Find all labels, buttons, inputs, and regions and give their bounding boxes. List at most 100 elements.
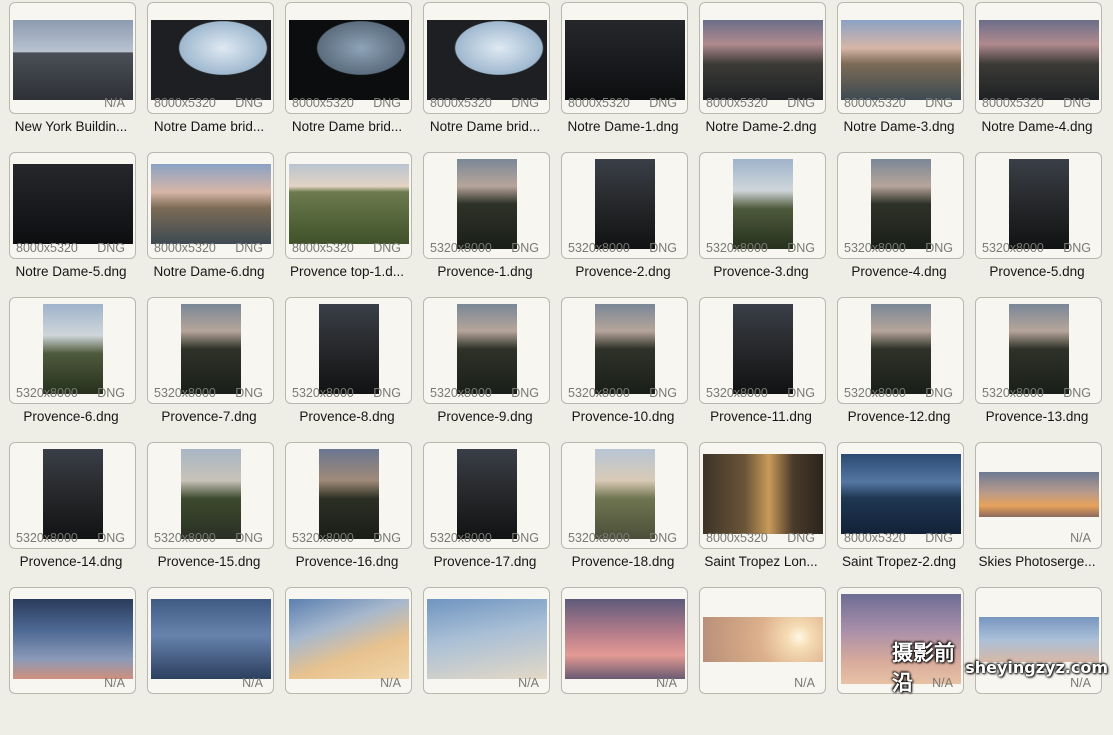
thumbnail-card[interactable]: N/A bbox=[9, 587, 136, 694]
thumbnail-item[interactable]: 8000x5320 DNG Saint Tropez-2.dng bbox=[828, 442, 966, 590]
thumbnail-card[interactable]: 5320x8000 DNG bbox=[561, 297, 688, 404]
thumbnail-item[interactable]: 5320x8000 DNG Provence-3.dng bbox=[690, 152, 828, 300]
thumbnail-card[interactable]: N/A bbox=[561, 587, 688, 694]
thumbnail-item[interactable]: N/A bbox=[0, 587, 138, 735]
thumbnail-card[interactable]: 8000x5320 DNG bbox=[837, 2, 964, 114]
thumbnail-image bbox=[288, 20, 409, 100]
thumbnail-item[interactable]: 8000x5320 DNG Notre Dame-3.dng bbox=[828, 2, 966, 155]
thumbnail-item[interactable]: 8000x5320 DNG Notre Dame-2.dng bbox=[690, 2, 828, 155]
file-name: Provence-9.dng bbox=[437, 409, 533, 424]
thumbnail-card[interactable]: 5320x8000 DNG bbox=[285, 297, 412, 404]
thumbnail-card[interactable]: N/A bbox=[975, 442, 1102, 549]
thumbnail-card[interactable]: 5320x8000 DNG bbox=[147, 442, 274, 549]
thumbnail-item[interactable]: 5320x8000 DNG Provence-12.dng bbox=[828, 297, 966, 445]
thumbnail-card[interactable]: 5320x8000 DNG bbox=[837, 297, 964, 404]
thumbnail-item[interactable]: N/A bbox=[690, 587, 828, 735]
thumbnail-meta: 5320x8000 DNG bbox=[706, 386, 819, 400]
thumbnail-image bbox=[564, 20, 685, 100]
thumbnail-card[interactable]: 8000x5320 DNG bbox=[147, 152, 274, 259]
thumbnail-card[interactable]: 5320x8000 DNG bbox=[975, 152, 1102, 259]
thumbnail-meta: 5320x8000 DNG bbox=[844, 241, 957, 255]
file-name: Provence-12.dng bbox=[847, 409, 951, 424]
thumbnail-item[interactable]: 5320x8000 DNG Provence-2.dng bbox=[552, 152, 690, 300]
thumbnail-item[interactable]: 8000x5320 DNG Notre Dame brid... bbox=[276, 2, 414, 155]
file-format: DNG bbox=[649, 96, 677, 110]
image-dimensions: 8000x5320 bbox=[154, 241, 216, 255]
thumbnail-card[interactable]: N/A bbox=[285, 587, 412, 694]
thumbnail-item[interactable]: 5320x8000 DNG Provence-15.dng bbox=[138, 442, 276, 590]
image-dimensions: 5320x8000 bbox=[154, 386, 216, 400]
thumbnail-item[interactable]: 5320x8000 DNG Provence-16.dng bbox=[276, 442, 414, 590]
thumbnail-image bbox=[840, 454, 961, 534]
thumbnail-item[interactable]: 5320x8000 DNG Provence-11.dng bbox=[690, 297, 828, 445]
thumbnail-card[interactable]: 8000x5320 DNG bbox=[423, 2, 550, 114]
thumbnail-card[interactable]: 8000x5320 DNG bbox=[837, 442, 964, 549]
thumbnail-meta: 8000x5320 DNG bbox=[982, 96, 1095, 110]
thumbnail-card[interactable]: 5320x8000 DNG bbox=[9, 297, 136, 404]
thumbnail-item[interactable]: N/A bbox=[276, 587, 414, 735]
thumbnail-item[interactable]: 5320x8000 DNG Provence-8.dng bbox=[276, 297, 414, 445]
thumbnail-card[interactable]: 5320x8000 DNG bbox=[9, 442, 136, 549]
thumbnail-card[interactable]: 5320x8000 DNG bbox=[699, 297, 826, 404]
thumbnail-card[interactable]: 8000x5320 DNG bbox=[561, 2, 688, 114]
thumbnail-meta: 5320x8000 DNG bbox=[706, 241, 819, 255]
image-dimensions: 5320x8000 bbox=[706, 386, 768, 400]
thumbnail-card[interactable]: N/A bbox=[147, 587, 274, 694]
thumbnail-meta: 5320x8000 DNG bbox=[292, 531, 405, 545]
thumbnail-item[interactable]: 8000x5320 DNG Notre Dame brid... bbox=[138, 2, 276, 155]
thumbnail-card[interactable]: 8000x5320 DNG bbox=[285, 152, 412, 259]
thumbnail-card[interactable]: 8000x5320 DNG bbox=[9, 152, 136, 259]
thumbnail-card[interactable]: 5320x8000 DNG bbox=[699, 152, 826, 259]
thumbnail-item[interactable]: 8000x5320 DNG Saint Tropez Lon... bbox=[690, 442, 828, 590]
thumbnail-item[interactable]: 5320x8000 DNG Provence-10.dng bbox=[552, 297, 690, 445]
thumbnail-item[interactable]: 5320x8000 DNG Provence-18.dng bbox=[552, 442, 690, 590]
file-format: DNG bbox=[97, 531, 125, 545]
thumbnail-item[interactable]: N/A Skies Photoserge... bbox=[966, 442, 1104, 590]
thumbnail-item[interactable]: 5320x8000 DNG Provence-17.dng bbox=[414, 442, 552, 590]
thumbnail-item[interactable]: 5320x8000 DNG Provence-5.dng bbox=[966, 152, 1104, 300]
thumbnail-item[interactable]: 5320x8000 DNG Provence-4.dng bbox=[828, 152, 966, 300]
thumbnail-item[interactable]: N/A bbox=[414, 587, 552, 735]
thumbnail-card[interactable]: 8000x5320 DNG bbox=[285, 2, 412, 114]
thumbnail-card[interactable]: 5320x8000 DNG bbox=[285, 442, 412, 549]
thumbnail-card[interactable]: N/A bbox=[699, 587, 826, 694]
thumbnail-card[interactable]: 8000x5320 DNG bbox=[975, 2, 1102, 114]
thumbnail-card[interactable]: 5320x8000 DNG bbox=[561, 442, 688, 549]
thumbnail-image bbox=[456, 304, 517, 394]
thumbnail-item[interactable]: 5320x8000 DNG Provence-6.dng bbox=[0, 297, 138, 445]
thumbnail-item[interactable]: 5320x8000 DNG Provence-7.dng bbox=[138, 297, 276, 445]
thumbnail-card[interactable]: 5320x8000 DNG bbox=[975, 297, 1102, 404]
thumbnail-item[interactable]: 8000x5320 DNG Notre Dame-4.dng bbox=[966, 2, 1104, 155]
thumbnail-card[interactable]: N/A bbox=[423, 587, 550, 694]
file-name: Notre Dame-3.dng bbox=[843, 119, 955, 134]
thumbnail-card[interactable]: 5320x8000 DNG bbox=[837, 152, 964, 259]
thumbnail-item[interactable]: 5320x8000 DNG Provence-14.dng bbox=[0, 442, 138, 590]
thumbnail-item[interactable]: 8000x5320 DNG Notre Dame-5.dng bbox=[0, 152, 138, 300]
thumbnail-item[interactable]: 8000x5320 DNG Notre Dame brid... bbox=[414, 2, 552, 155]
thumbnail-card[interactable]: 5320x8000 DNG bbox=[423, 152, 550, 259]
image-dimensions: 8000x5320 bbox=[16, 241, 78, 255]
file-format: DNG bbox=[235, 96, 263, 110]
thumbnail-meta: 8000x5320 DNG bbox=[292, 96, 405, 110]
thumbnail-card[interactable]: 5320x8000 DNG bbox=[423, 297, 550, 404]
thumbnail-card[interactable]: 5320x8000 DNG bbox=[147, 297, 274, 404]
thumbnail-item[interactable]: 8000x5320 DNG Notre Dame-6.dng bbox=[138, 152, 276, 300]
thumbnail-card[interactable]: 5320x8000 DNG bbox=[423, 442, 550, 549]
thumbnail-item[interactable]: 5320x8000 DNG Provence-9.dng bbox=[414, 297, 552, 445]
thumbnail-image bbox=[840, 20, 961, 100]
thumbnail-item[interactable]: 5320x8000 DNG Provence-1.dng bbox=[414, 152, 552, 300]
thumbnail-item[interactable]: 8000x5320 DNG Notre Dame-1.dng bbox=[552, 2, 690, 155]
thumbnail-item[interactable]: N/A New York Buildin... bbox=[0, 2, 138, 155]
thumbnail-item[interactable]: N/A bbox=[552, 587, 690, 735]
thumbnail-card[interactable]: 8000x5320 DNG bbox=[699, 2, 826, 114]
thumbnail-card[interactable]: 8000x5320 DNG bbox=[147, 2, 274, 114]
thumbnail-image bbox=[426, 20, 547, 100]
thumbnail-card[interactable]: N/A bbox=[9, 2, 136, 114]
thumbnail-item[interactable]: N/A bbox=[138, 587, 276, 735]
thumbnail-card[interactable]: 5320x8000 DNG bbox=[561, 152, 688, 259]
thumbnail-item[interactable]: 8000x5320 DNG Provence top-1.d... bbox=[276, 152, 414, 300]
thumbnail-item[interactable]: 5320x8000 DNG Provence-13.dng bbox=[966, 297, 1104, 445]
thumbnail-meta: 5320x8000 DNG bbox=[430, 241, 543, 255]
thumbnail-card[interactable]: 8000x5320 DNG bbox=[699, 442, 826, 549]
thumbnail-image bbox=[594, 159, 655, 249]
